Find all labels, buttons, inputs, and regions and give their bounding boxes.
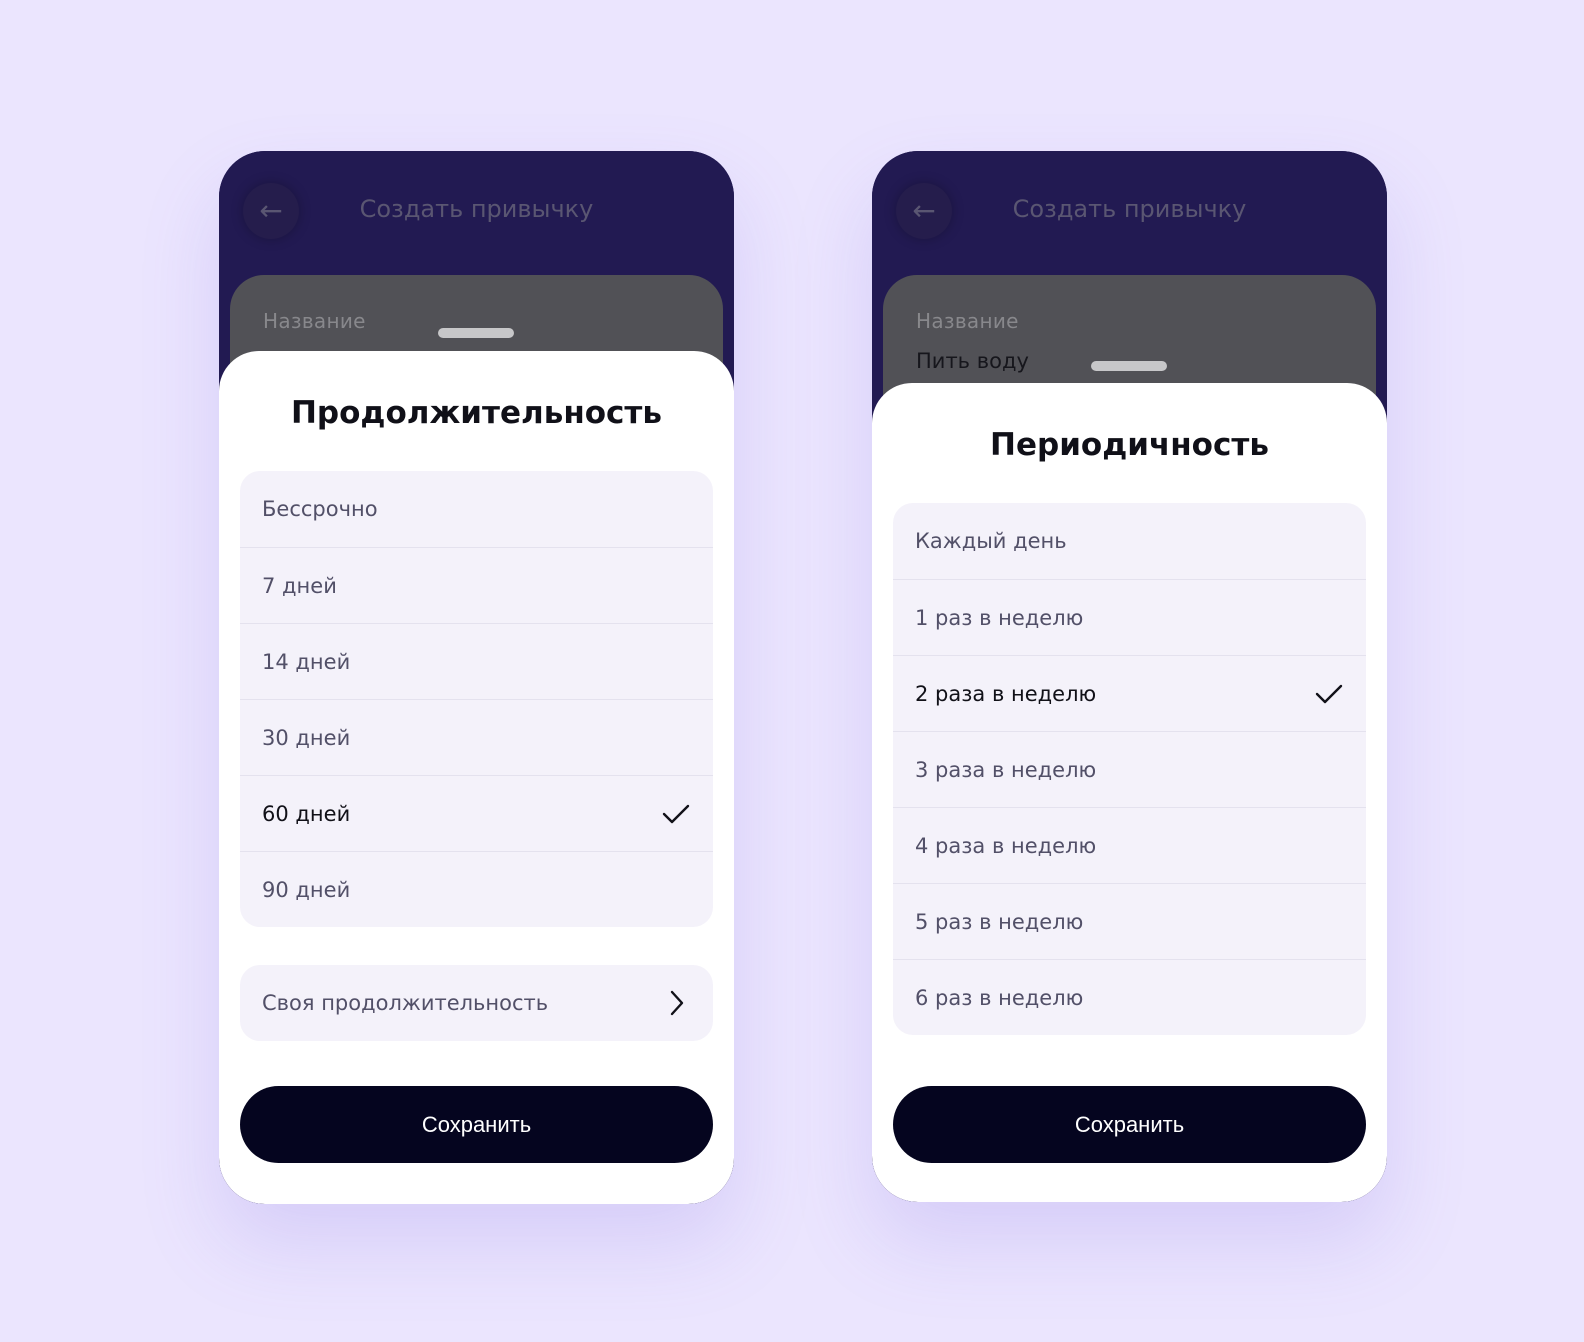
option-label: 7 дней	[262, 573, 337, 598]
phone-screen-frequency: ← Создать привычку Название Пить воду Пе…	[872, 151, 1387, 1202]
top-bar: ← Создать привычку	[872, 151, 1387, 276]
option-item[interactable]: Бессрочно	[240, 471, 713, 547]
option-label: 14 дней	[262, 649, 351, 674]
option-item[interactable]: 90 дней	[240, 851, 713, 927]
page-title: Создать привычку	[359, 195, 594, 223]
option-label: 60 дней	[262, 801, 351, 826]
option-item[interactable]: 6 раз в неделю	[893, 959, 1366, 1035]
option-item[interactable]: 5 раз в неделю	[893, 883, 1366, 959]
option-label: 2 раза в неделю	[915, 681, 1097, 706]
save-button[interactable]: Сохранить	[893, 1086, 1366, 1163]
frequency-options-list: Каждый день 1 раз в неделю 2 раза в неде…	[893, 503, 1366, 1035]
option-item-selected[interactable]: 60 дней	[240, 775, 713, 851]
bottom-sheet: Периодичность Каждый день 1 раз в неделю…	[872, 383, 1387, 1202]
option-label: 30 дней	[262, 725, 351, 750]
bottom-sheet: Продолжительность Бессрочно 7 дней 14 дн…	[219, 351, 734, 1204]
option-label: 4 раза в неделю	[915, 833, 1097, 858]
option-item[interactable]: Каждый день	[893, 503, 1366, 579]
option-item[interactable]: 14 дней	[240, 623, 713, 699]
sheet-title: Продолжительность	[290, 395, 662, 431]
check-icon	[1315, 684, 1343, 703]
save-button[interactable]: Сохранить	[240, 1086, 713, 1163]
option-label: 90 дней	[262, 877, 351, 902]
option-item[interactable]: 30 дней	[240, 699, 713, 775]
custom-duration-label: Своя продолжительность	[262, 991, 549, 1015]
sheet-handle[interactable]	[438, 328, 514, 338]
top-bar: ← Создать привычку	[219, 151, 734, 276]
name-field-label: Название	[916, 309, 1019, 333]
name-field-value: Пить воду	[916, 349, 1029, 373]
name-field-label: Название	[263, 309, 366, 333]
option-label: 3 раза в неделю	[915, 757, 1097, 782]
chevron-right-icon	[670, 990, 684, 1016]
phone-screen-duration: ← Создать привычку Название Продолжитель…	[219, 151, 734, 1204]
option-item-selected[interactable]: 2 раза в неделю	[893, 655, 1366, 731]
option-label: Каждый день	[915, 529, 1067, 553]
option-label: 5 раз в неделю	[915, 909, 1084, 934]
page-title: Создать привычку	[1012, 195, 1247, 223]
option-item[interactable]: 4 раза в неделю	[893, 807, 1366, 883]
option-item[interactable]: 7 дней	[240, 547, 713, 623]
custom-duration-row[interactable]: Своя продолжительность	[240, 965, 713, 1041]
check-icon	[662, 804, 690, 823]
option-label: Бессрочно	[262, 497, 378, 521]
option-item[interactable]: 1 раз в неделю	[893, 579, 1366, 655]
option-label: 6 раз в неделю	[915, 985, 1084, 1010]
option-item[interactable]: 3 раза в неделю	[893, 731, 1366, 807]
duration-options-list: Бессрочно 7 дней 14 дней 30 дней 60 дней…	[240, 471, 713, 927]
sheet-handle[interactable]	[1091, 361, 1167, 371]
option-label: 1 раз в неделю	[915, 605, 1084, 630]
sheet-title: Периодичность	[990, 427, 1269, 463]
